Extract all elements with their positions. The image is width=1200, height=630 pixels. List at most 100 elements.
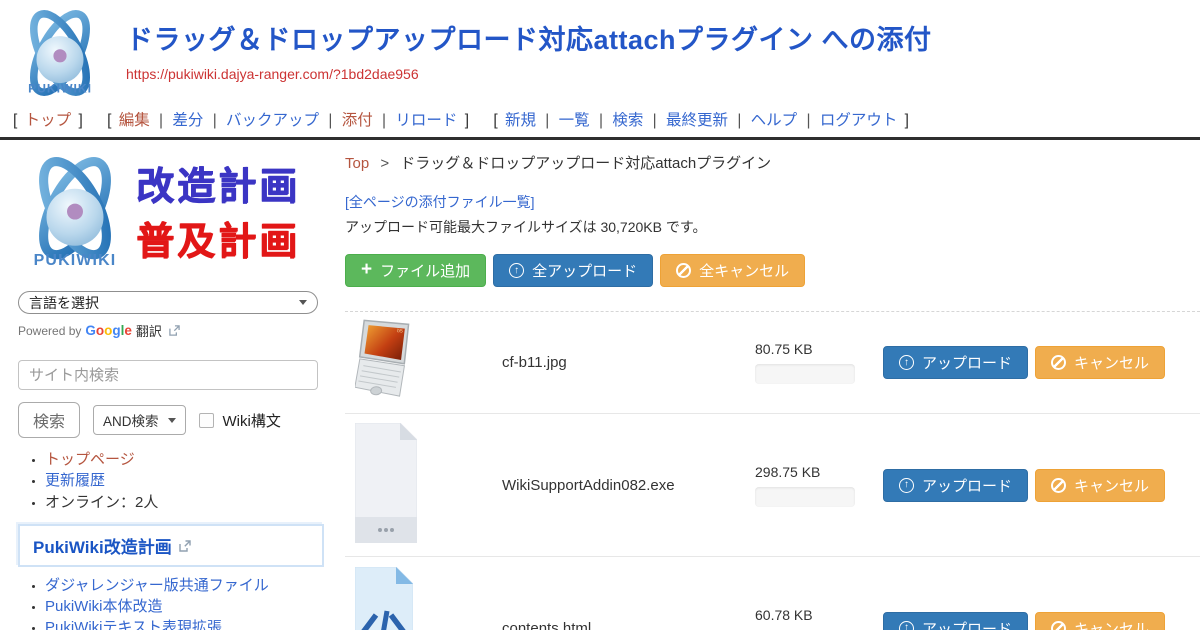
top-navbar: [ トップ ] [ 編集 | 差分 | バックアップ | 添付 | リロード ]… [10,108,1200,130]
sidebar-item-text-ext[interactable]: PukiWikiテキスト表現拡張 [45,619,222,630]
file-name: WikiSupportAddin082.exe [502,477,755,494]
list-item: 更新履歴 [45,472,345,491]
cancel-button[interactable]: キャンセル [1035,612,1165,630]
sidebar-item-history[interactable]: 更新履歴 [45,472,105,489]
cancel-all-button[interactable]: 全キャンセル [660,254,805,287]
nav-top[interactable]: トップ [25,112,72,129]
nav-reload[interactable]: リロード [395,112,457,129]
upload-toolbar: ファイル追加 全アップロード 全キャンセル [345,254,1200,287]
nav-new[interactable]: 新規 [505,112,536,129]
upload-dropzone[interactable]: b5 cf-b11.jpg 80.75 KB [345,311,1200,630]
upload-label: アップロード [922,352,1012,373]
file-name: cf-b11.jpg [502,354,755,371]
banner-line2: 普及計画 [136,215,300,270]
separator: | [213,112,217,129]
file-row: b5 cf-b11.jpg 80.75 KB [345,312,1200,414]
google-translate-attribution: Powered by Google 翻訳 [18,321,345,340]
nav-recent[interactable]: 最終更新 [666,112,728,129]
banner-line1: 改造計画 [136,160,300,215]
nav-help[interactable]: ヘルプ [751,112,798,129]
powered-by-label: Powered by [18,324,81,338]
search-mode-value: AND検索 [103,410,159,430]
logo-text: PUKIWIKI [28,81,92,95]
logo-text: PUKIWIKI [34,252,117,269]
bracket: ] [465,112,469,129]
breadcrumb-current: ドラッグ＆ドロップアップロード対応attachプラグイン [400,155,771,172]
file-row: contents.html 60.78 KB アップロード キャンセル [345,557,1200,630]
chevron-down-icon [168,418,176,423]
pukiwiki-logo-icon[interactable]: PUKIWIKI [10,6,110,100]
separator: | [328,112,332,129]
all-attachments-link[interactable]: [全ページの添付ファイル一覧] [345,192,535,212]
wiki-syntax-checkbox[interactable] [199,413,214,428]
sidebar-banner[interactable]: PUKIWIKI 改造計画 普及計画 [18,152,345,278]
nav-diff[interactable]: 差分 [172,112,203,129]
nav-backup[interactable]: バックアップ [226,112,319,129]
nav-list[interactable]: 一覧 [559,112,590,129]
search-mode-select[interactable]: AND検索 [93,405,186,435]
cancel-button[interactable]: キャンセル [1035,469,1165,502]
cancel-label: キャンセル [1074,475,1149,496]
svg-text:b5: b5 [397,328,403,334]
cancel-label: キャンセル [1074,618,1149,630]
wiki-syntax-label: Wiki構文 [223,410,281,431]
main-content: Top > ドラッグ＆ドロップアップロード対応attachプラグイン [全ページ… [345,150,1200,630]
cancel-button[interactable]: キャンセル [1035,346,1165,379]
google-logo: Google [85,323,132,338]
site-search-input[interactable] [18,360,318,390]
upload-button[interactable]: アップロード [883,346,1028,379]
pukiwiki-logo-icon: PUKIWIKI [18,152,132,278]
breadcrumb-home[interactable]: Top [345,155,369,172]
list-item: PukiWiki本体改造 [45,598,338,617]
progress-bar [755,487,855,507]
page-url-link[interactable]: https://pukiwiki.dajya-ranger.com/?1bd2d… [126,66,419,82]
add-files-button[interactable]: ファイル追加 [345,254,486,287]
upload-label: アップロード [922,618,1012,630]
external-link-icon [169,325,180,336]
file-row: WikiSupportAddin082.exe 298.75 KB アップロード… [345,414,1200,557]
file-size: 80.75 KB [755,341,883,357]
separator: | [599,112,603,129]
circle-arrow-up-icon [899,355,914,370]
upload-label: アップロード [922,475,1012,496]
bracket: [ [107,112,111,129]
sidebar-list-plugins: ダジャレンジャー版共通ファイル PukiWiki本体改造 PukiWikiテキス… [18,577,338,630]
max-upload-size-text: アップロード可能最大ファイルサイズは 30,720KB です。 [345,217,1200,237]
chevron-down-icon [299,300,307,305]
nav-edit[interactable]: 編集 [119,112,150,129]
laptop-photo-thumbnail: b5 [355,317,417,403]
nav-search[interactable]: 検索 [612,112,643,129]
ban-icon [1051,355,1066,370]
nav-logout[interactable]: ログアウト [820,112,898,129]
sidebar-item-toppage[interactable]: トップページ [45,451,135,468]
plus-icon [361,260,372,279]
nav-attach[interactable]: 添付 [342,112,373,129]
page-header: PUKIWIKI ドラッグ＆ドロップアップロード対応attachプラグイン への… [0,0,1200,100]
bracket: [ [13,112,17,129]
separator: | [545,112,549,129]
separator: | [382,112,386,129]
add-files-label: ファイル追加 [380,260,470,281]
separator: | [737,112,741,129]
sidebar-item-common-files[interactable]: ダジャレンジャー版共通ファイル [45,577,269,594]
cancel-all-label: 全キャンセル [699,260,789,281]
separator: | [653,112,657,129]
upload-button[interactable]: アップロード [883,469,1028,502]
online-count: オンライン：2人 [45,494,158,511]
sidebar-list-top: トップページ 更新履歴 オンライン：2人 [18,451,345,513]
upload-all-button[interactable]: 全アップロード [493,254,653,287]
upload-button[interactable]: アップロード [883,612,1028,630]
breadcrumb-separator: > [380,155,389,172]
file-size: 60.78 KB [755,607,883,623]
file-size: 298.75 KB [755,464,883,480]
search-button[interactable]: 検索 [18,402,80,438]
page-title: ドラッグ＆ドロップアップロード対応attachプラグイン への添付 [126,18,932,57]
language-select-value: 言語を選択 [29,293,99,313]
language-select[interactable]: 言語を選択 [18,291,318,314]
generic-file-icon [355,423,417,543]
pukiwiki-kaizou-link[interactable]: PukiWiki改造計画 [33,538,172,557]
file-name: contents.html [502,620,755,630]
progress-bar [755,364,855,384]
sidebar-item-core-mod[interactable]: PukiWiki本体改造 [45,598,163,615]
pukiwiki-kaizou-box[interactable]: PukiWiki改造計画 [18,524,324,567]
